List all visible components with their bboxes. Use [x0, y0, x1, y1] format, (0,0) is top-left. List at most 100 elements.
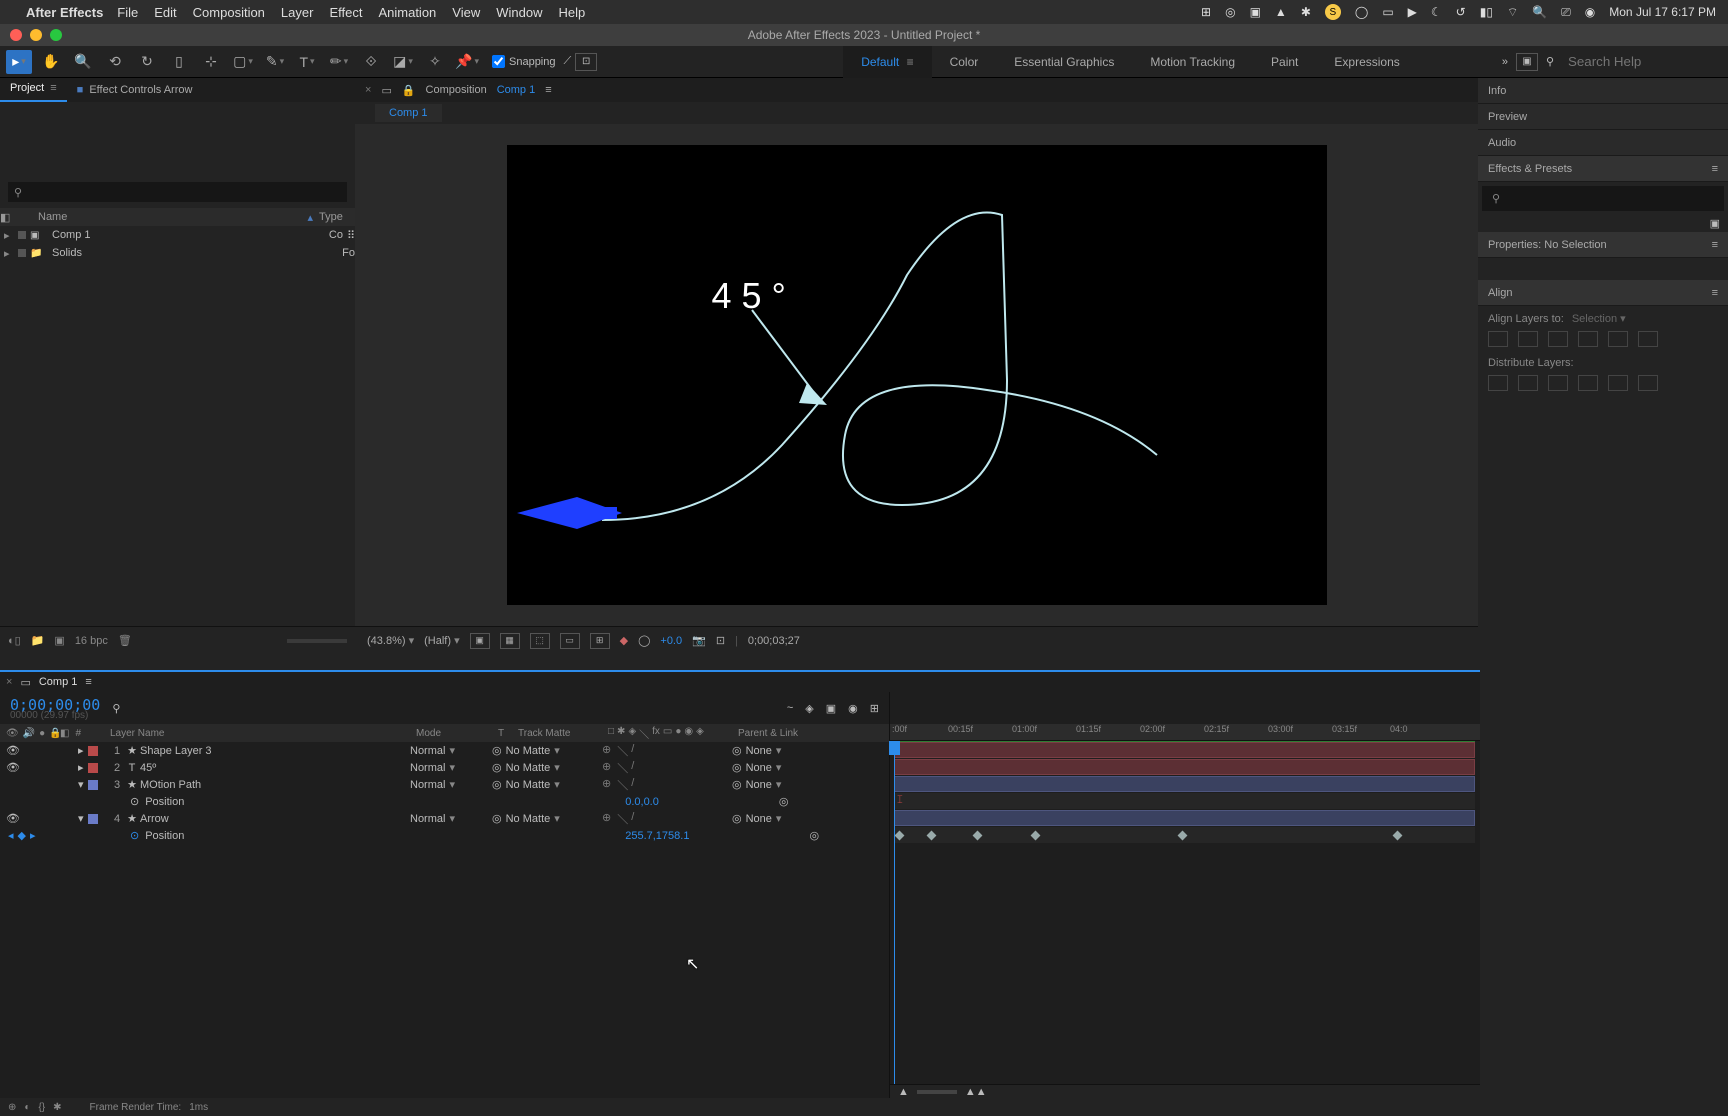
review-icon[interactable]: ▣	[1516, 53, 1538, 71]
snapping-toggle[interactable]: Snapping ⟋ ⊡	[492, 53, 597, 71]
toggle-icon[interactable]: ◐	[24, 1102, 30, 1113]
dist-icon[interactable]	[1638, 375, 1658, 391]
project-tab[interactable]: Project≡	[0, 78, 67, 102]
composition-viewer[interactable]: 45°	[355, 124, 1478, 626]
sort-icon[interactable]: ▴	[307, 211, 313, 224]
overflow-icon[interactable]: »	[1502, 56, 1508, 68]
brush-tool-icon[interactable]: ✏▾	[326, 50, 352, 74]
keyframe-icon[interactable]	[895, 831, 905, 841]
audio-column-icon[interactable]: 🔊	[23, 728, 35, 739]
layer-name[interactable]: Shape Layer 3	[140, 745, 410, 757]
status-icon[interactable]: ▶	[1408, 5, 1417, 19]
toggle-switches-icon[interactable]: ⊕	[8, 1102, 16, 1113]
toggle-icon[interactable]: ✱	[53, 1102, 61, 1113]
status-icon[interactable]: ▲	[1275, 5, 1287, 19]
pickwhip-icon[interactable]: ◎	[779, 795, 789, 808]
menu-window[interactable]: Window	[496, 5, 542, 20]
pen-tool-icon[interactable]: ✎▾	[262, 50, 288, 74]
spotlight-icon[interactable]: 🔍	[1532, 5, 1547, 19]
align-left-icon[interactable]	[1488, 331, 1508, 347]
dnd-icon[interactable]: ☾	[1431, 5, 1442, 19]
parent-dropdown[interactable]: ◎ None▾	[732, 812, 847, 825]
draft3d-icon[interactable]: ◈	[805, 702, 813, 715]
camera-tool-icon[interactable]: ▯	[166, 50, 192, 74]
label-column-icon[interactable]: ◧	[60, 728, 69, 739]
parent-dropdown[interactable]: ◎ None▾	[732, 778, 847, 791]
new-folder-icon[interactable]: 📁	[31, 634, 45, 647]
status-icon[interactable]: ⊞	[1201, 5, 1211, 19]
status-icon[interactable]: ▣	[1250, 5, 1261, 19]
visibility-toggle[interactable]: 👁	[6, 761, 20, 774]
rotobrush-tool-icon[interactable]: ✧	[422, 50, 448, 74]
add-keyframe-icon[interactable]: ◆	[18, 829, 26, 842]
video-column-icon[interactable]: 👁	[6, 728, 19, 739]
effects-presets-header[interactable]: Effects & Presets≡	[1478, 156, 1728, 182]
visibility-toggle[interactable]: 👁	[6, 744, 20, 757]
region-icon[interactable]: ▭	[560, 633, 580, 649]
dist-icon[interactable]	[1608, 375, 1628, 391]
close-tab-icon[interactable]: ×	[6, 676, 12, 688]
menu-animation[interactable]: Animation	[378, 5, 436, 20]
menu-layer[interactable]: Layer	[281, 5, 314, 20]
keyframe-icon[interactable]	[927, 831, 937, 841]
menu-edit[interactable]: Edit	[154, 5, 176, 20]
hand-tool-icon[interactable]: ✋	[38, 50, 64, 74]
comp-name[interactable]: Comp 1	[497, 84, 536, 96]
delete-icon[interactable]: 🗑	[118, 634, 132, 647]
tab-options-icon[interactable]: ▭	[20, 676, 30, 689]
align-hcenter-icon[interactable]	[1518, 331, 1538, 347]
align-vcenter-icon[interactable]	[1608, 331, 1628, 347]
frame-blend-icon[interactable]: ▣	[826, 702, 836, 715]
layer-name[interactable]: 45º	[140, 762, 410, 774]
align-panel-header[interactable]: Align≡	[1478, 280, 1728, 306]
siri-icon[interactable]: ◉	[1585, 5, 1595, 19]
prev-keyframe-icon[interactable]: ◂	[8, 829, 14, 842]
timeline-search-icon[interactable]: ⚲	[112, 702, 120, 715]
search-help-input[interactable]	[1562, 51, 1722, 73]
workspace-essential-graphics[interactable]: Essential Graphics	[996, 46, 1132, 78]
status-icon[interactable]: ◎	[1225, 5, 1235, 19]
align-bottom-icon[interactable]	[1638, 331, 1658, 347]
menu-file[interactable]: File	[117, 5, 138, 20]
menu-help[interactable]: Help	[558, 5, 585, 20]
keyframe-icon[interactable]	[1031, 831, 1041, 841]
audio-panel-header[interactable]: Audio	[1478, 130, 1728, 156]
label-swatch[interactable]	[88, 814, 98, 824]
keyframe-icon[interactable]	[1393, 831, 1403, 841]
zoom-slider[interactable]	[917, 1090, 957, 1094]
menu-composition[interactable]: Composition	[193, 5, 265, 20]
next-keyframe-icon[interactable]: ▸	[30, 829, 36, 842]
layer-bars[interactable]: 𝙸	[890, 741, 1480, 1084]
show-snapshot-icon[interactable]: ⊡	[716, 634, 725, 647]
layer-name[interactable]: MOtion Path	[140, 779, 410, 791]
dist-icon[interactable]	[1548, 375, 1568, 391]
status-icon[interactable]: ✱	[1301, 5, 1311, 19]
layer-name-column[interactable]: Layer Name	[110, 728, 416, 739]
project-item-solids[interactable]: ▸ 📁 Solids Fo	[0, 244, 355, 262]
layer-row[interactable]: 👁▸ 1 ★ Shape Layer 3 Normal▾ ◎ No Matte▾…	[0, 742, 889, 759]
layer-name[interactable]: Arrow	[140, 813, 410, 825]
timeline-graph[interactable]: :00f 00:15f 01:00f 01:15f 02:00f 02:15f …	[890, 692, 1480, 1098]
t-column[interactable]: T	[498, 728, 518, 739]
orbit-tool-icon[interactable]: ⟲	[102, 50, 128, 74]
tag-column-icon[interactable]: ◧	[0, 211, 32, 224]
battery-icon[interactable]: ▮▯	[1480, 5, 1493, 19]
comp-subtab[interactable]: Comp 1	[375, 104, 442, 122]
snap-option-icon[interactable]: ⊡	[575, 53, 597, 71]
parent-column[interactable]: Parent & Link	[738, 728, 853, 739]
type-column[interactable]: Type	[319, 211, 355, 223]
resolution-dropdown[interactable]: (Half) ▾	[424, 634, 459, 647]
timeline-comp-tab[interactable]: Comp 1	[39, 676, 78, 688]
blend-mode-dropdown[interactable]: Normal▾	[410, 761, 492, 774]
layer-bar[interactable]	[894, 810, 1475, 826]
transparency-grid-icon[interactable]: ▦	[500, 633, 520, 649]
track-matte-dropdown[interactable]: ◎ No Matte▾	[492, 812, 602, 825]
dist-icon[interactable]	[1518, 375, 1538, 391]
keyframe-icon[interactable]	[1178, 831, 1188, 841]
workspace-motion-tracking[interactable]: Motion Tracking	[1132, 46, 1253, 78]
workspace-expressions[interactable]: Expressions	[1316, 46, 1417, 78]
eraser-tool-icon[interactable]: ◪▾	[390, 50, 416, 74]
playhead[interactable]	[894, 741, 895, 1084]
snapshot-icon[interactable]: 📷	[692, 634, 706, 647]
track-matte-dropdown[interactable]: ◎ No Matte▾	[492, 744, 602, 757]
